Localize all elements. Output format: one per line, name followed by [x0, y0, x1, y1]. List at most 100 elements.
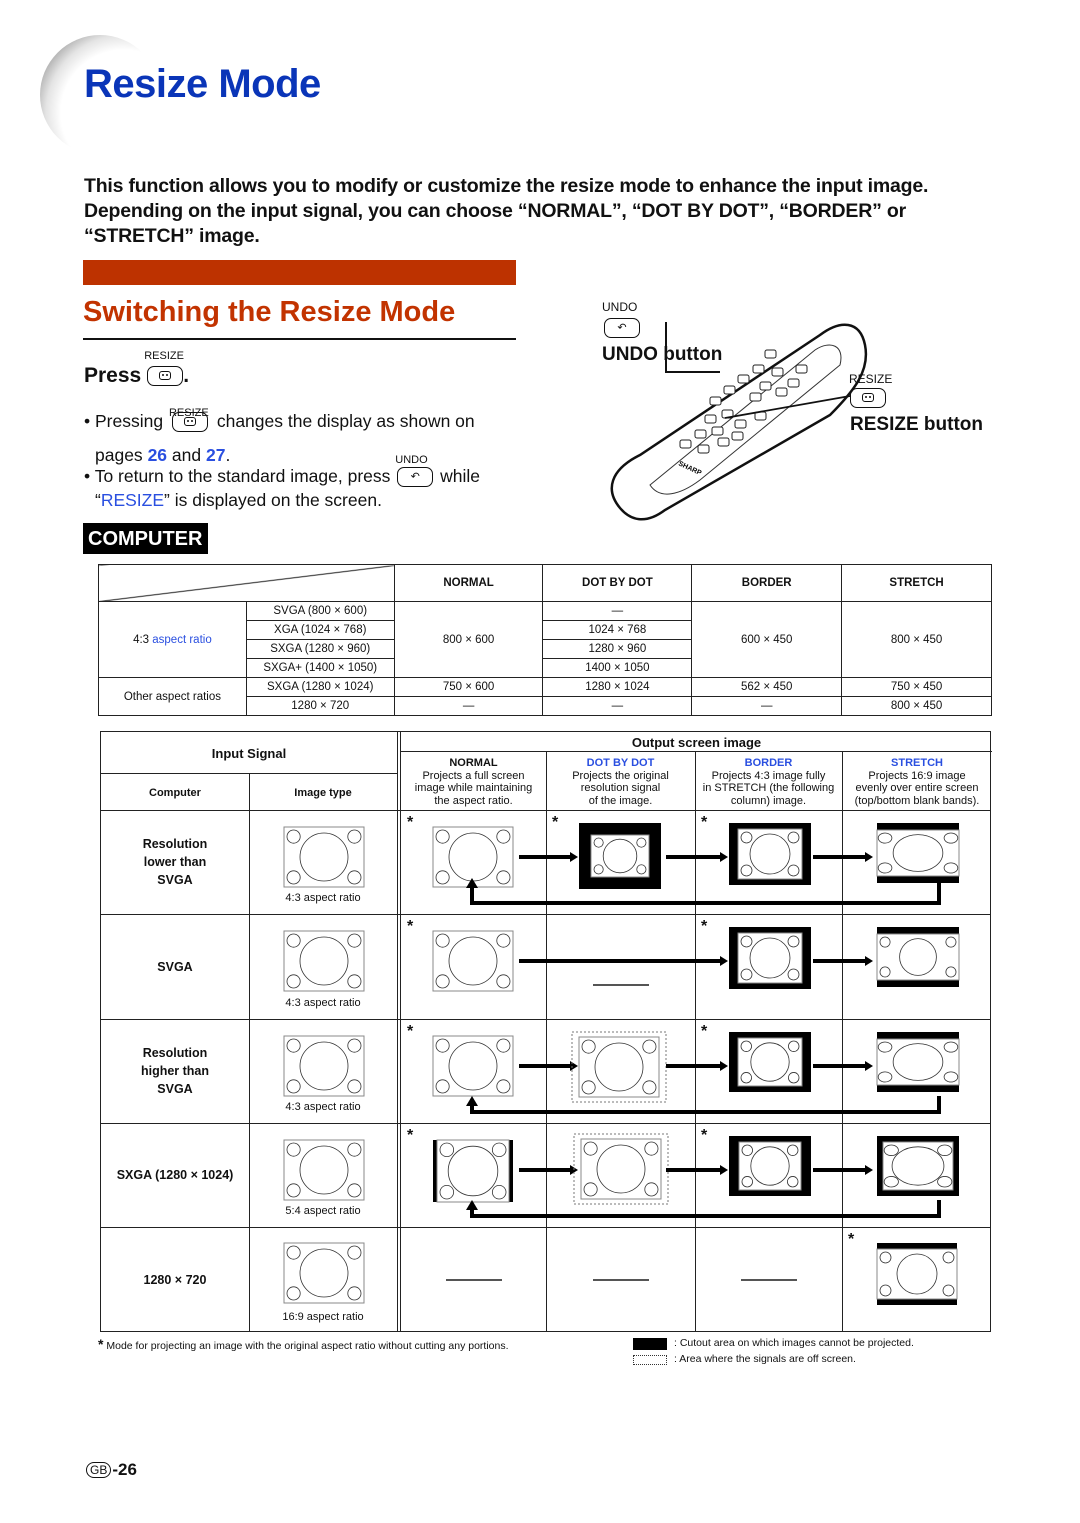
page-link-27[interactable]: 27: [206, 445, 225, 465]
arrow-head: [466, 1096, 478, 1106]
page-title: Resize Mode: [84, 62, 321, 106]
resize-button-label: RESIZE button: [850, 414, 983, 435]
corner-circle: [583, 1141, 598, 1156]
corner-circle: [740, 831, 753, 844]
corner-circle: [877, 862, 893, 874]
spec-signal: 1280 × 720: [245, 696, 395, 716]
corner-circle: [877, 1041, 893, 1053]
corner-circle: [286, 1079, 301, 1094]
corner-circle: [496, 1079, 511, 1094]
spec-normal-value: —: [393, 696, 544, 716]
spec-signal: SVGA (800 × 600): [245, 601, 395, 621]
undo-arrow-icon: ↶: [410, 471, 420, 484]
corner-circle: [435, 829, 450, 844]
return-arrow: [470, 878, 941, 905]
intro-paragraph: This function allows you to modify or cu…: [84, 175, 929, 247]
corner-circle: [879, 1284, 892, 1297]
corner-circle: [945, 966, 957, 978]
corner-circle: [347, 829, 362, 844]
corner-circle: [347, 1079, 362, 1094]
resize-glyph-icon: [862, 393, 874, 402]
spec-border-value: 600 × 450: [691, 601, 843, 678]
spec-group-other: Other aspect ratios: [98, 677, 247, 716]
spec-dotbydot-value: 1280 × 960: [542, 639, 693, 659]
resize-caption: RESIZE: [849, 372, 893, 386]
page-number: GB -26: [86, 1460, 137, 1480]
arrow-head: [865, 956, 873, 966]
corner-circle: [877, 1071, 893, 1083]
corner-circle: [347, 1038, 362, 1053]
bullet2-text-post: while: [440, 466, 481, 486]
bullet-pressing: • Pressing RESIZE changes the display as…: [84, 404, 524, 472]
legend-cutout: : Cutout area on which images cannot be …: [674, 1337, 914, 1349]
arrow-head: [570, 1061, 578, 1071]
arrow-head: [720, 1061, 728, 1071]
corner-circle: [347, 1142, 362, 1157]
arrow-head: [865, 1165, 873, 1175]
spec-dotbydot-value: —: [542, 696, 693, 716]
resize-link[interactable]: RESIZE: [101, 490, 164, 510]
quote-open: “: [95, 490, 101, 510]
corner-circle: [593, 837, 604, 848]
corner-circle: [491, 1142, 507, 1158]
spec-header-stretch: STRETCH: [841, 564, 992, 602]
corner-circle: [787, 864, 800, 877]
corner-circle: [496, 1038, 511, 1053]
computer-badge: COMPUTER: [83, 523, 209, 554]
resize-glyph-icon: [183, 417, 196, 427]
spec-header-normal: NORMAL: [393, 564, 544, 602]
corner-circle: [496, 870, 511, 885]
press-label: Press: [84, 364, 142, 387]
corner-circle: [787, 935, 800, 948]
corner-circle: [491, 1184, 507, 1200]
corner-circle: [496, 933, 511, 948]
corner-circle: [642, 1080, 657, 1095]
spec-signal: XGA (1024 × 768): [245, 620, 395, 640]
spec-dotbydot-value: —: [542, 601, 693, 621]
corner-circle: [740, 968, 753, 981]
offscreen-swatch: [633, 1355, 667, 1365]
return-arrow: [470, 1200, 941, 1218]
resize-caption: RESIZE: [144, 350, 184, 363]
corner-circle: [347, 1245, 362, 1260]
corner-circle: [347, 870, 362, 885]
corner-circle: [877, 832, 893, 844]
corner-circle: [435, 974, 450, 989]
bullet1-text-post: changes the display as shown on: [216, 411, 475, 431]
spec-dotbydot-value: 1280 × 1024: [542, 677, 693, 697]
corner-circle: [883, 1176, 899, 1188]
corner-circle: [435, 870, 450, 885]
spec-signal: SXGA+ (1400 × 1050): [245, 658, 395, 678]
corner-circle: [286, 1286, 301, 1301]
bullet1-end: .: [225, 445, 231, 465]
spec-signal: SXGA (1280 × 1024): [245, 677, 395, 697]
resize-button-icon: RESIZE: [144, 350, 184, 387]
corner-circle: [581, 1080, 596, 1095]
corner-circle: [496, 829, 511, 844]
bullet1-text-pre: Pressing: [95, 411, 164, 431]
corner-circle: [943, 1071, 959, 1083]
corner-circle: [644, 1182, 659, 1197]
corner-circle: [286, 933, 301, 948]
bullet2-rest: ” is displayed on the screen.: [164, 490, 382, 510]
press-period: .: [183, 364, 190, 387]
corner-circle: [740, 1040, 752, 1052]
corner-circle: [347, 1183, 362, 1198]
page-link-26[interactable]: 26: [148, 445, 167, 465]
aspect-ratio-link[interactable]: aspect ratio: [152, 634, 211, 646]
spec-group-43: 4:3 aspect ratio: [98, 601, 247, 678]
corner-circle: [741, 1144, 753, 1156]
corner-circle: [788, 1040, 800, 1052]
corner-circle: [942, 1251, 955, 1264]
arrow-head: [720, 956, 728, 966]
bullet-undo: • To return to the standard image, press…: [84, 454, 524, 512]
region-badge: GB: [86, 1462, 112, 1478]
corner-circle: [740, 935, 753, 948]
footnote-text: Mode for projecting an image with the or…: [106, 1340, 509, 1352]
footnote: * Mode for projecting an image with the …: [98, 1336, 509, 1352]
spec-dotbydot-value: 1024 × 768: [542, 620, 693, 640]
resize-button-icon-inline: RESIZE: [169, 407, 209, 433]
corner-circle: [879, 1251, 892, 1264]
corner-circle: [741, 1176, 753, 1188]
bullet2-text-pre: To return to the standard image, press: [94, 466, 391, 486]
